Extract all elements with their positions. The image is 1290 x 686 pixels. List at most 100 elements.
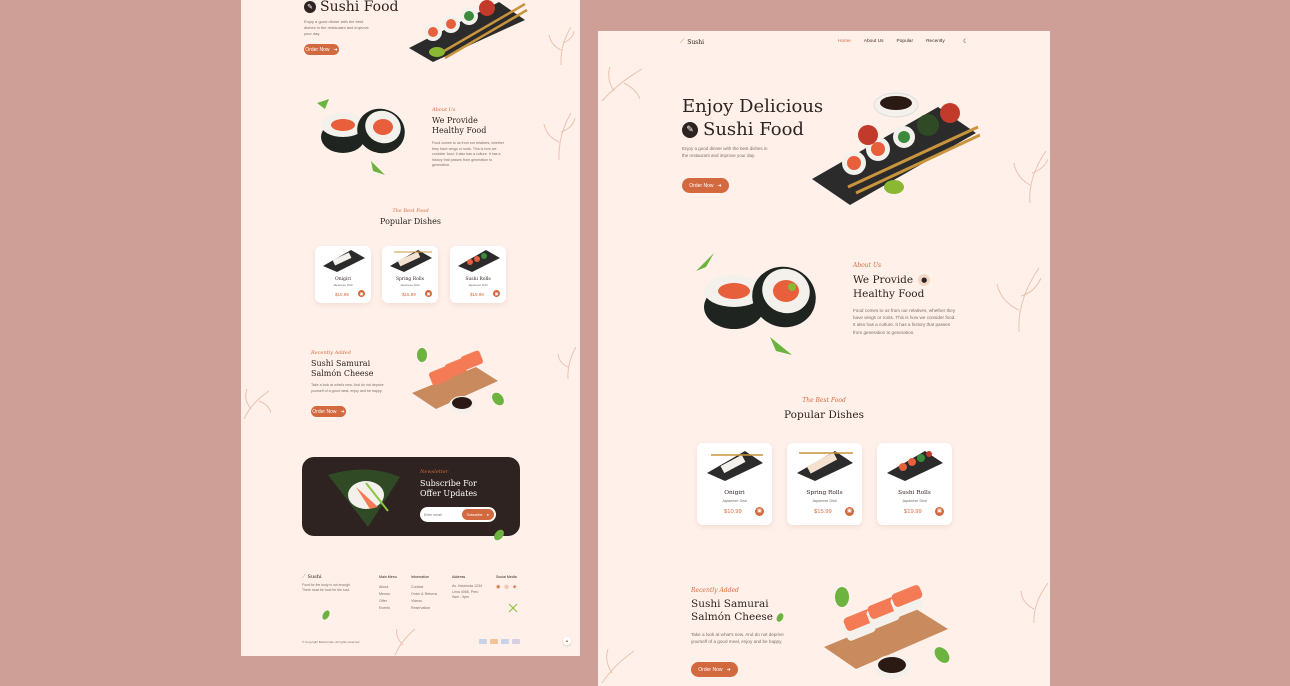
dish-card[interactable]: Spring Rolls Japanese Dish $15.99 ▣ (787, 443, 862, 525)
dish-card[interactable]: Onigiri Japanese Dish $10.99 ▣ (315, 246, 371, 303)
hero-title: Enjoy Delicious ✎ Sushi Food (682, 95, 823, 141)
payment-methods (479, 639, 520, 644)
shopping-bag-icon[interactable]: ▣ (425, 290, 432, 297)
facebook-icon[interactable]: ◉ (496, 584, 500, 590)
shopping-bag-icon[interactable]: ▣ (845, 507, 854, 516)
leaf-decoration-icon (557, 346, 577, 379)
shopping-bag-icon[interactable]: ▣ (358, 290, 365, 297)
footer-link[interactable]: Reservation (411, 605, 437, 612)
order-now-button[interactable]: Order Now ➜ (682, 178, 729, 193)
popular-title: Popular Dishes (784, 409, 864, 421)
nav-item-about[interactable]: About Us (864, 39, 884, 44)
dish-name: Sushi Rolls (898, 490, 931, 496)
shopping-bag-icon[interactable]: ▣ (755, 507, 764, 516)
popular-eyebrow: The Best Food (802, 397, 846, 404)
sushi-logo-icon: ✎ (304, 1, 316, 13)
dish-type: Japanese Dish (901, 499, 928, 503)
footer-column-title: Social Media (496, 575, 517, 579)
leaf-decoration-icon (1020, 582, 1049, 623)
twitter-icon[interactable]: ◈ (513, 584, 517, 590)
shopping-bag-icon[interactable]: ▣ (493, 290, 500, 297)
newsletter-title: Subscribe For Offer Updates (420, 479, 477, 499)
recent-eyebrow: Recently Added (691, 587, 739, 594)
shopping-bag-icon[interactable]: ▣ (935, 507, 944, 516)
footer-link[interactable]: Order & Returns (411, 591, 437, 598)
dish-card[interactable]: Sushi Rolls Japanese Dish $19.99 ▣ (450, 246, 506, 303)
footer-logo[interactable]: ⟋ Sushi (302, 574, 322, 580)
nav-menu: Home About Us Popular Recently (838, 39, 945, 44)
sushi-plate-image (409, 0, 528, 62)
sushi-roll-image (696, 253, 816, 355)
sushi-chopsticks-icon: ⟋ (302, 574, 306, 580)
leaf-decoration-icon (996, 267, 1042, 332)
footer-link[interactable]: Contact (411, 584, 437, 591)
instagram-icon[interactable]: ◎ (504, 584, 508, 590)
sushi-plate-image (812, 92, 980, 205)
order-now-label: Order Now (305, 46, 330, 53)
right-page-mockup: ⟋ Sushi Home About Us Popular Recently ☾… (598, 31, 1050, 686)
dish-name: Onigiri (335, 277, 351, 282)
spring-rolls-image (390, 250, 432, 272)
dish-type: Japanese Dish (811, 499, 838, 503)
dish-card[interactable]: Onigiri Japanese Dish $10.99 ▣ (697, 443, 772, 525)
about-title: We Provide ● Healthy Food (853, 273, 931, 301)
nav-logo-text: Sushi (687, 38, 705, 46)
order-now-button[interactable]: Order Now ➜ (311, 406, 346, 417)
order-now-button[interactable]: Order Now ➜ (304, 44, 339, 55)
newsletter-form: Subscribe ➤ (420, 507, 496, 522)
dish-price: $10.99 (724, 509, 742, 515)
footer-link[interactable]: Events (379, 605, 397, 612)
leaf-decoration-icon (543, 112, 576, 160)
footer-link[interactable]: About (379, 584, 397, 591)
moon-icon[interactable]: ☾ (963, 38, 968, 45)
footer-column-title: Information (411, 575, 429, 579)
dish-price: $15.99 (402, 292, 416, 297)
dish-type: Japanese Dish (400, 283, 420, 287)
dish-type: Japanese Dish (333, 283, 353, 287)
arrow-right-icon: ➜ (340, 408, 345, 415)
recent-title-line1: Sushi Samurai (691, 598, 769, 610)
footer-column-address: Address Av. Hacienda 1234 Lima 4065, Per… (452, 575, 482, 601)
footer-logo-text: Sushi (307, 574, 322, 580)
scroll-up-icon[interactable]: ▲ (563, 637, 571, 645)
dish-price: $19.99 (470, 292, 484, 297)
dish-price: $10.99 (335, 292, 349, 297)
footer-link[interactable]: Videos (411, 598, 437, 605)
hero-description: Enjoy a good dinner with the best dishes… (682, 146, 768, 158)
about-text: Food comes to us from our relatives, whe… (853, 308, 956, 335)
about-title-line1: We Provide (432, 116, 478, 125)
hero-description: Enjoy a good dinner with the best dishes… (304, 19, 369, 36)
footer-link[interactable]: Offer (379, 598, 397, 605)
spring-rolls-image (797, 451, 853, 481)
popular-title: Popular Dishes (380, 217, 441, 226)
hero-title: Sushi Food (320, 0, 399, 15)
nav-item-home[interactable]: Home (838, 39, 851, 44)
sushi-bowl-icon: ● (918, 274, 931, 286)
sushi-logo-icon: ✎ (682, 121, 698, 138)
hero-title-line2: Sushi Food (703, 119, 804, 140)
send-icon: ➤ (486, 512, 490, 517)
about-title-line1: We Provide (853, 274, 914, 286)
sushi-rolls-image (458, 250, 500, 272)
recent-title-line2: Salmón Cheese (311, 369, 374, 378)
popular-eyebrow: The Best Food (392, 208, 429, 214)
newsletter-eyebrow: Newsletter (420, 469, 449, 475)
order-now-button[interactable]: Order Now ➜ (691, 662, 738, 677)
onigiri-image (323, 250, 365, 272)
sushi-chopsticks-icon: ⟋ (680, 38, 685, 45)
nav-item-recently[interactable]: Recently (926, 39, 945, 44)
nav-item-popular[interactable]: Popular (897, 39, 914, 44)
about-text: Food comes to us from our relatives, whe… (432, 141, 505, 167)
email-input[interactable] (424, 510, 460, 519)
leaf-decoration-icon (601, 66, 643, 102)
sushi-cone-image (328, 469, 400, 527)
leaf-decoration-icon (243, 388, 271, 419)
mastercard-icon (490, 639, 498, 644)
footer-address-line: Av. Hacienda 1234 (452, 584, 483, 588)
visa-icon (479, 639, 487, 644)
subscribe-button[interactable]: Subscribe ➤ (462, 509, 494, 520)
nav-logo[interactable]: ⟋ Sushi (680, 38, 704, 46)
dish-card[interactable]: Sushi Rolls Japanese Dish $19.99 ▣ (877, 443, 952, 525)
dish-card[interactable]: Spring Rolls Japanese Dish $15.99 ▣ (382, 246, 438, 303)
footer-link[interactable]: Menus (379, 591, 397, 598)
